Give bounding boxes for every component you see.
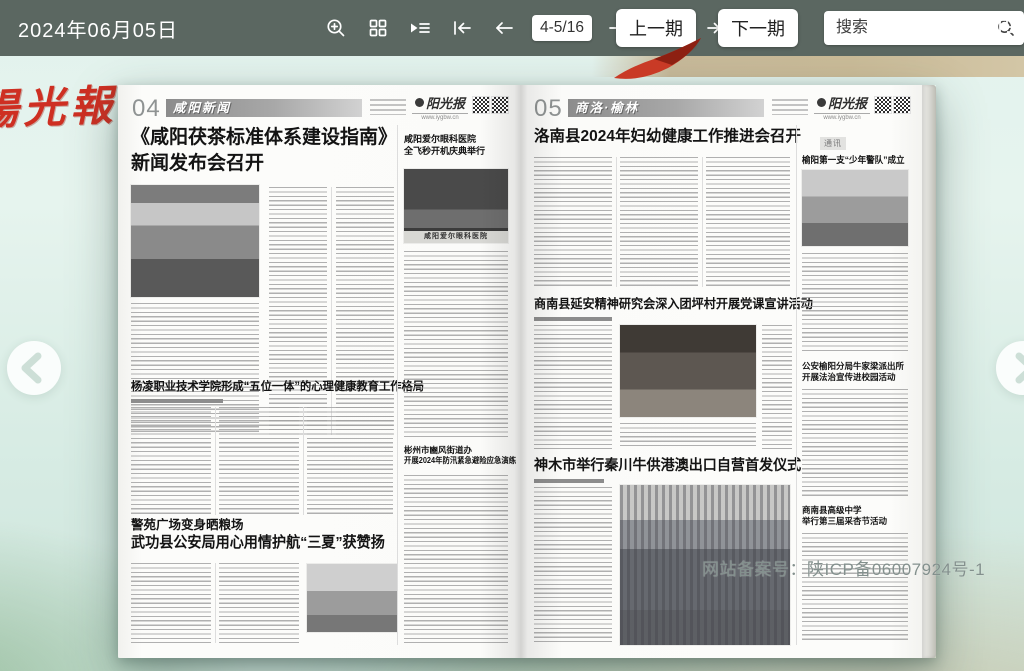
masthead-website: www.iygbw.cn <box>814 113 870 121</box>
chevron-left-icon <box>7 341 61 395</box>
article-headline-law-2: 开展法治宣传进校园活动 <box>802 372 896 383</box>
article-text <box>620 157 698 287</box>
article-headline-health: 洛南县2024年妇幼健康工作推进会召开 <box>534 127 801 146</box>
article-text <box>802 533 908 643</box>
column-rule <box>215 407 216 515</box>
article-photo-police-youth <box>802 170 908 246</box>
newspaper-page-left[interactable]: 04 咸阳新闻 阳光报 www.iygbw.cn 《咸阳茯茶标准体系建设指南》新… <box>118 85 520 658</box>
page-number: 04 <box>132 95 161 123</box>
article-text <box>219 563 299 643</box>
photo-caption: 咸阳爱尔眼科医院 <box>404 231 508 243</box>
column-rule <box>331 187 332 435</box>
article-text <box>131 407 211 515</box>
article-headline-youth: 杨凌职业技术学院形成“五位一体”的心理健康教育工作格局 <box>131 380 424 394</box>
issue-date: 2024年06月05日 <box>18 14 178 43</box>
first-page-icon[interactable] <box>450 16 474 40</box>
qr-code <box>893 96 911 114</box>
article-text <box>131 563 211 643</box>
page-indicator[interactable]: 4-5/16 <box>532 15 592 41</box>
auto-flip-icon[interactable] <box>408 16 432 40</box>
article-text <box>307 407 393 515</box>
masthead-seal-icon <box>415 98 424 107</box>
article-text <box>219 407 299 515</box>
masthead-logo-text: 阳光报 <box>828 93 867 112</box>
article-headline-flood-1: 彬州市豳风街道办 <box>404 445 472 456</box>
section-banner: 商洛·榆林 <box>568 99 764 117</box>
article-byline <box>534 479 604 483</box>
qr-code <box>472 96 490 114</box>
prev-spread-button[interactable] <box>7 341 61 395</box>
calendar-icon[interactable] <box>998 15 1024 43</box>
article-text <box>269 187 327 435</box>
previous-page-icon[interactable] <box>492 16 516 40</box>
article-text <box>762 325 792 449</box>
chevron-right-icon <box>996 341 1024 395</box>
background-masthead-calligraphy: 陽光報 <box>0 72 118 138</box>
article-headline-police-youth: 榆阳第一支“少年警队”成立 <box>802 155 905 166</box>
article-headline-law-1: 公安榆阳分局牛家梁派出所 <box>802 361 904 372</box>
masthead-logo-text: 阳光报 <box>426 93 465 112</box>
article-headline-police: 武功县公安局用心用情护航“三夏”获赞扬 <box>131 534 385 553</box>
next-issue-button[interactable]: 下一期 <box>718 9 798 47</box>
article-text <box>802 253 908 353</box>
article-headline-lecture: 商南县延安精神研究会深入团坪村开展党课宣讲活动 <box>534 297 813 313</box>
article-headline-school-2: 举行第三届采杏节活动 <box>802 516 887 527</box>
search-box <box>824 11 1024 45</box>
article-kicker-police: 警苑广场变身晒粮场 <box>131 518 244 534</box>
column-rule <box>702 157 703 287</box>
article-photo-eye: 咸阳爱尔眼科医院 <box>404 169 508 243</box>
masthead-logo: 阳光报 www.iygbw.cn <box>814 93 870 121</box>
article-headline-lead: 《咸阳茯茶标准体系建设指南》新闻发布会召开 <box>131 125 405 177</box>
section-banner: 咸阳新闻 <box>166 99 362 117</box>
toolbar: 2024年06月05日 4-5/16 上一期 <box>0 0 1024 56</box>
background-photo-band <box>592 56 1024 77</box>
column-rule <box>616 157 617 287</box>
epaper-viewer: { "toolbar": { "date": "2024年06月05日", "p… <box>0 0 1024 671</box>
column-rule <box>397 125 398 645</box>
article-photo-conference <box>131 185 259 297</box>
article-text <box>534 325 612 449</box>
article-photo-police <box>307 564 397 632</box>
article-photo-lecture <box>620 325 756 417</box>
prev-issue-button[interactable]: 上一期 <box>616 9 696 47</box>
search-input[interactable] <box>834 18 996 38</box>
article-byline <box>534 317 612 321</box>
article-byline <box>131 399 223 403</box>
article-text <box>706 157 790 287</box>
article-text <box>802 389 908 497</box>
article-headline-eye-2: 全飞秒开机庆典举行 <box>404 145 485 157</box>
masthead-logo: 阳光报 www.iygbw.cn <box>412 93 468 121</box>
masthead-website: www.iygbw.cn <box>412 113 468 121</box>
article-headline-beef: 神木市举行秦川牛供港澳出口自营首发仪式 <box>534 457 801 475</box>
article-text <box>336 187 394 435</box>
masthead-seal-icon <box>817 98 826 107</box>
qr-code <box>491 96 509 114</box>
page-number: 05 <box>534 95 563 123</box>
article-headline-flood-2: 开展2024年防汛紧急避险应急演练 <box>404 456 516 466</box>
article-headline-school-1: 商南县高级中学 <box>802 505 862 516</box>
section-tag: 通讯 <box>820 137 846 150</box>
zoom-in-icon[interactable] <box>324 16 348 40</box>
edition-info-text <box>772 99 808 115</box>
column-rule <box>215 563 216 643</box>
thumbnail-grid-icon[interactable] <box>366 16 390 40</box>
column-rule <box>303 407 304 515</box>
article-text <box>404 251 508 437</box>
article-text <box>404 475 508 643</box>
article-text <box>620 423 756 449</box>
article-text <box>534 487 612 645</box>
icp-record-number: 网站备案号：陕ICP备06007924号-1 <box>702 555 985 580</box>
qr-code <box>874 96 892 114</box>
article-text <box>534 157 612 287</box>
article-headline-eye-1: 咸阳爱尔眼科医院 <box>404 133 476 145</box>
next-spread-button[interactable] <box>996 341 1024 395</box>
edition-info-text <box>370 99 406 115</box>
